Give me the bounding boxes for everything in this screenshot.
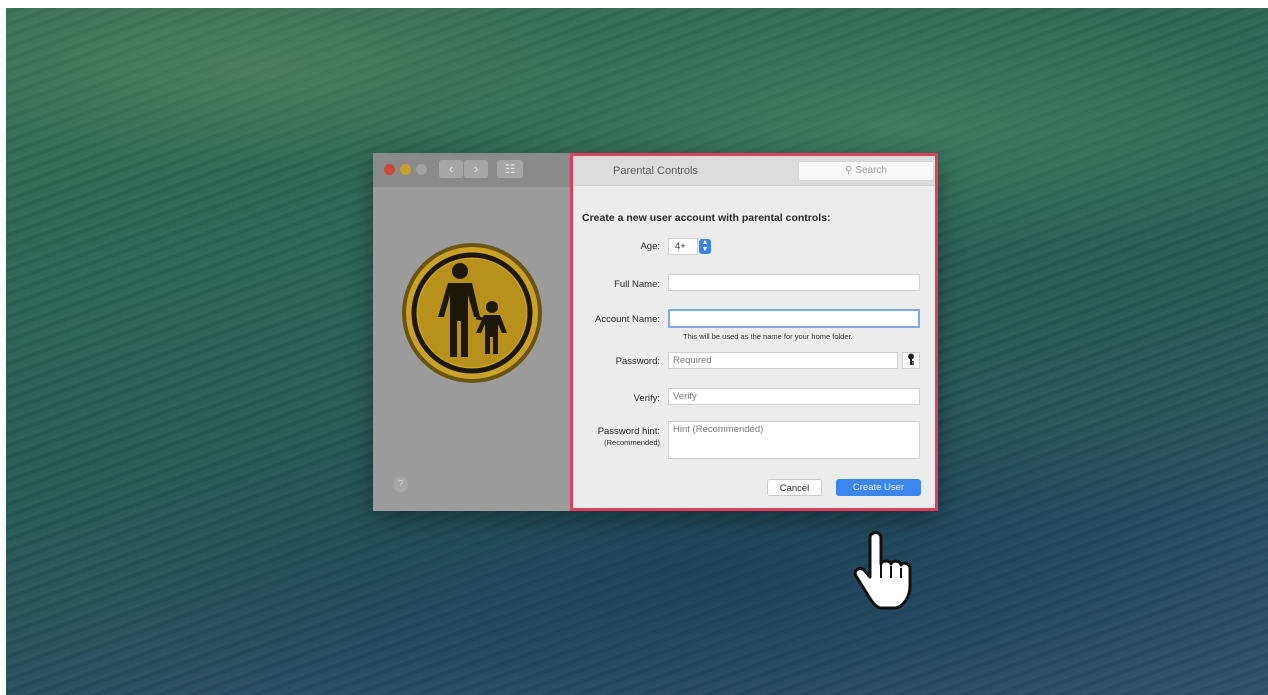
age-label: Age: — [640, 241, 660, 252]
search-placeholder: Search — [855, 165, 887, 176]
account-name-label: Account Name: — [595, 314, 660, 325]
back-chevron-icon[interactable]: ‹ — [439, 160, 463, 178]
left-pane: ? — [373, 187, 571, 511]
key-icon — [908, 353, 914, 365]
account-name-field[interactable] — [668, 309, 920, 328]
minimize-button[interactable] — [400, 164, 411, 175]
show-all-grid-icon[interactable]: ☷ — [497, 160, 523, 178]
help-button[interactable]: ? — [393, 477, 408, 492]
full-name-label: Full Name: — [614, 279, 660, 290]
verify-field[interactable] — [668, 388, 920, 405]
search-field[interactable]: ⚲ Search — [798, 161, 934, 181]
account-name-note: This will be used as the name for your h… — [683, 332, 853, 341]
cancel-button[interactable]: Cancel — [767, 479, 822, 496]
window-titlebar: ‹ › ☷ — [373, 153, 571, 187]
password-assistant-button[interactable] — [902, 352, 920, 369]
form-heading: Create a new user account with parental … — [582, 212, 831, 224]
create-user-button[interactable]: Create User — [836, 479, 921, 496]
age-value: 4+ — [668, 238, 698, 255]
password-field[interactable] — [668, 352, 898, 369]
verify-label: Verify: — [633, 393, 660, 404]
password-hint-label: Password hint: — [597, 426, 660, 437]
age-popup[interactable]: 4+ ▲ ▼ — [668, 238, 712, 255]
password-label: Password: — [615, 356, 660, 367]
password-hint-field[interactable] — [668, 421, 920, 459]
magnifier-icon: ⚲ — [844, 165, 853, 176]
popup-stepper-icon[interactable]: ▲ ▼ — [699, 239, 711, 254]
password-hint-sublabel: (Recommended) — [604, 438, 660, 447]
panel-toolbar: Parental Controls ⚲ Search — [573, 156, 935, 186]
hand-pointer-icon — [853, 531, 912, 610]
zoom-button[interactable] — [416, 164, 427, 175]
close-button[interactable] — [384, 164, 395, 175]
full-name-field[interactable] — [668, 274, 920, 291]
create-user-panel: Parental Controls ⚲ Search Create a new u… — [570, 153, 938, 511]
forward-chevron-icon[interactable]: › — [464, 160, 488, 178]
window-title: Parental Controls — [613, 165, 698, 177]
parent-child-icon — [402, 243, 542, 383]
